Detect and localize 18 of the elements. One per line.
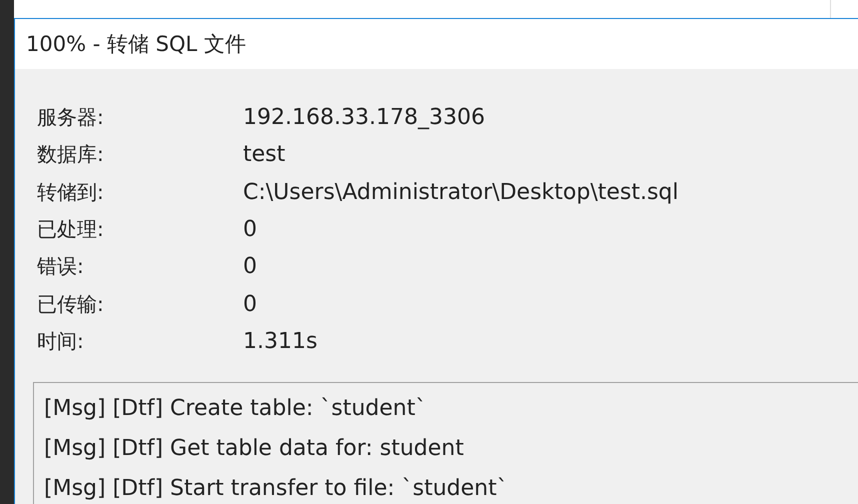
field-value: 0	[243, 292, 258, 317]
log-line: [Msg] [Dtf] Get table data for: student	[44, 435, 465, 464]
field-value: 1.311s	[243, 328, 318, 354]
field-value: 192.168.33.178_3306	[243, 105, 486, 130]
log-line: [Msg] [Dtf] Create table: `student`	[44, 395, 428, 424]
window-title: 100% - 转储 SQL 文件	[26, 31, 246, 58]
field-value: C:\Users\Administrator\Desktop\test.sql	[243, 180, 680, 205]
field-value: 0	[243, 217, 258, 242]
field-value: test	[243, 142, 286, 168]
field-label: 已传输:	[37, 290, 105, 318]
field-value: 0	[243, 254, 258, 280]
log-line: [Msg] [Dtf] Start transfer to file: `student`	[44, 475, 509, 504]
field-label: 错误:	[37, 253, 85, 280]
field-label: 服务器:	[37, 104, 105, 132]
field-label: 数据库:	[37, 141, 105, 168]
field-label: 时间:	[37, 328, 85, 355]
field-label: 转储到:	[37, 178, 105, 206]
field-label: 已处理:	[37, 216, 105, 244]
